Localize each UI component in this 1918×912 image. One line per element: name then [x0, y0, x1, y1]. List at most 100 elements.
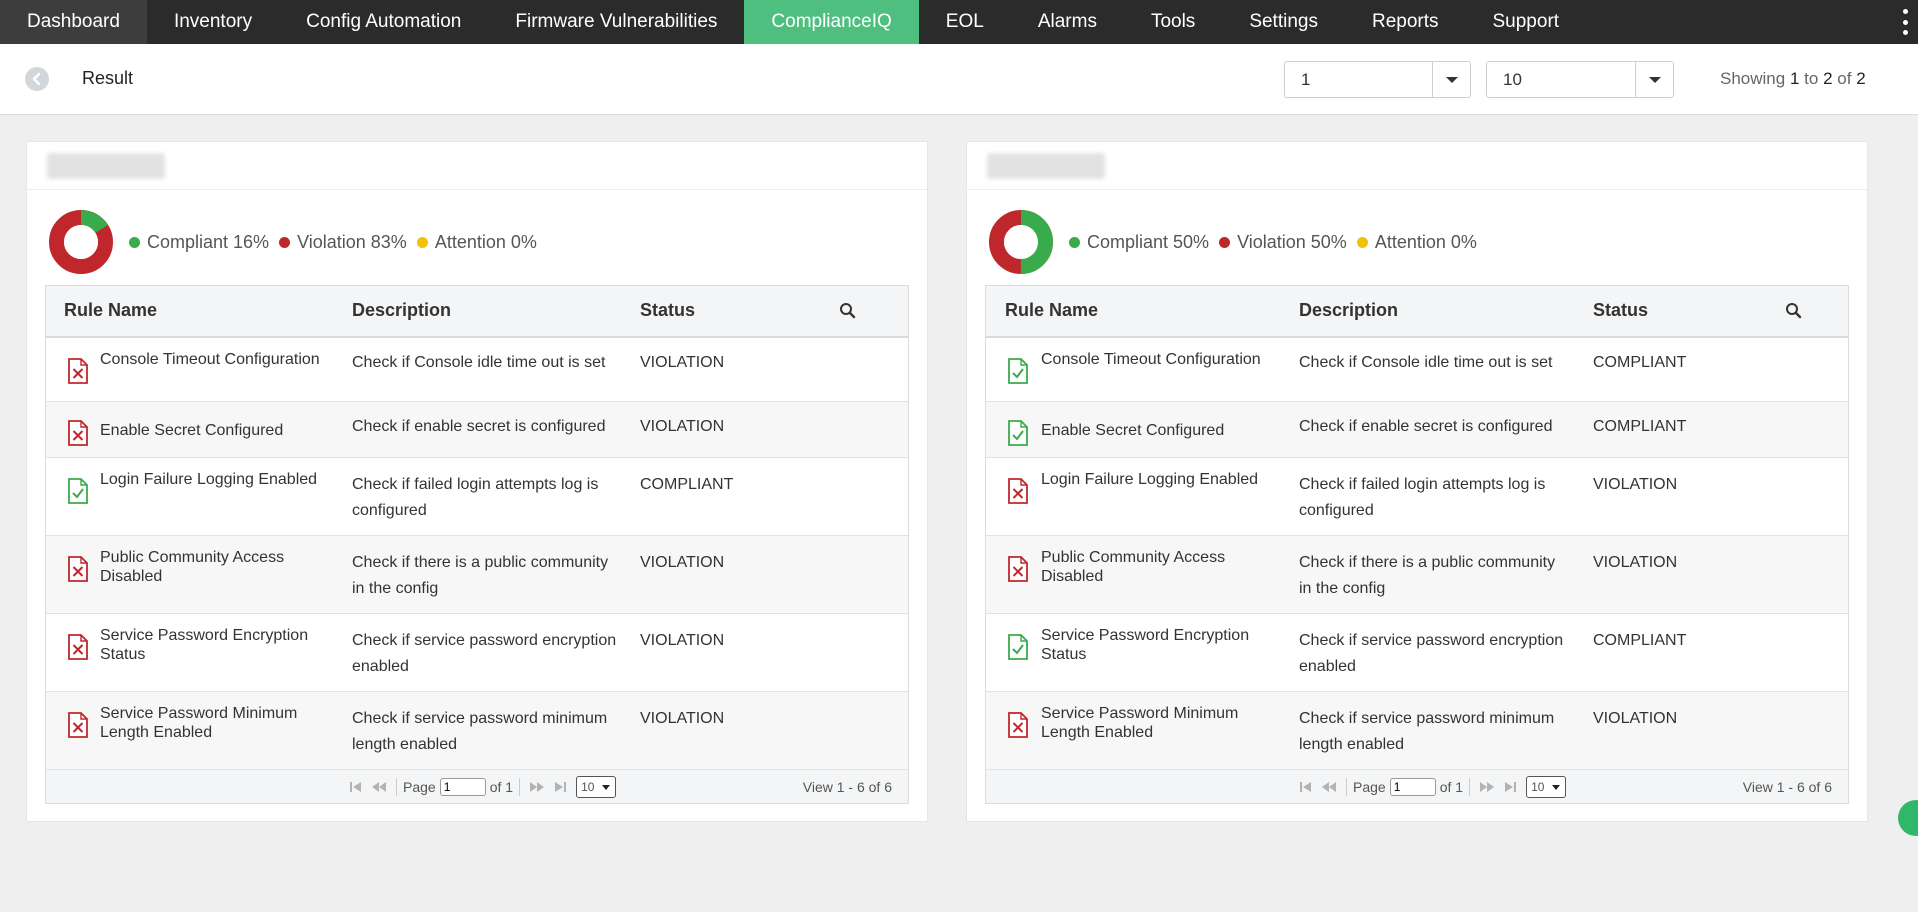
- nav-inventory[interactable]: Inventory: [147, 0, 279, 44]
- panel-header: [27, 142, 927, 190]
- legend-compliant: Compliant 50%: [1069, 232, 1209, 253]
- pager-separator: [1346, 778, 1347, 796]
- last-page-icon[interactable]: [550, 780, 568, 794]
- legend-compliant-dot: [1069, 236, 1080, 248]
- compliant-file-icon: [1007, 358, 1029, 384]
- next-page-icon[interactable]: [1478, 780, 1496, 794]
- column-rule-name[interactable]: Rule Name: [64, 300, 157, 321]
- table-header: Rule Name Description Status: [46, 286, 908, 338]
- column-description[interactable]: Description: [352, 300, 451, 321]
- page-label: Page: [403, 779, 436, 795]
- chat-icon[interactable]: [1898, 800, 1918, 836]
- table-row[interactable]: Enable Secret Configured Check if enable …: [986, 402, 1848, 458]
- rows-per-page-select[interactable]: 10: [576, 776, 617, 798]
- kebab-menu-icon[interactable]: [1902, 9, 1908, 35]
- nav-dashboard[interactable]: Dashboard: [0, 0, 147, 44]
- compliant-file-icon: [1007, 634, 1029, 660]
- page-select-value: 1: [1301, 70, 1311, 89]
- rule-description: Check if Console idle time out is set: [352, 354, 606, 371]
- table-row[interactable]: Service Password Encryption Status Check …: [986, 614, 1848, 692]
- nav-config-automation[interactable]: Config Automation: [279, 0, 488, 44]
- rule-name: Console Timeout Configuration: [100, 351, 320, 368]
- legend-violation-dot: [279, 236, 291, 248]
- rule-name: Public Community Access Disabled: [1041, 549, 1226, 585]
- pager-controls: Page of 1 10: [346, 776, 617, 798]
- table-row[interactable]: Console Timeout Configuration Check if Co…: [46, 338, 908, 402]
- nav-tools[interactable]: Tools: [1124, 0, 1222, 44]
- violation-file-icon: [67, 358, 89, 384]
- compliance-summary: Compliant 50% Violation 50% Attention 0%: [989, 210, 1487, 274]
- showing-count: Showing 1 to 2 of 2: [1720, 69, 1866, 88]
- first-page-icon[interactable]: [1298, 780, 1316, 794]
- table-row[interactable]: Service Password Encryption Status Check …: [46, 614, 908, 692]
- nav-reports[interactable]: Reports: [1345, 0, 1466, 44]
- result-panel: Compliant 50% Violation 50% Attention 0% Ru…: [966, 141, 1868, 822]
- nav-complianceiq[interactable]: ComplianceIQ: [744, 0, 919, 44]
- nav-eol[interactable]: EOL: [919, 0, 1011, 44]
- nav-alarms[interactable]: Alarms: [1011, 0, 1124, 44]
- nav-settings[interactable]: Settings: [1222, 0, 1345, 44]
- rules-table: Rule Name Description Status Console Timeou…: [985, 285, 1849, 804]
- pager-separator: [519, 778, 521, 796]
- rule-status: VIOLATION: [1593, 710, 1678, 727]
- rule-status: VIOLATION: [1593, 476, 1678, 493]
- rows-per-page-select[interactable]: 10: [1526, 776, 1567, 798]
- rule-name: Service Password Encryption Status: [1041, 627, 1250, 663]
- violation-file-icon: [67, 712, 89, 738]
- column-status[interactable]: Status: [640, 300, 695, 321]
- column-status[interactable]: Status: [1593, 300, 1648, 321]
- violation-file-icon: [67, 634, 89, 660]
- per-page-select[interactable]: 10: [1486, 61, 1674, 98]
- rule-description: Check if enable secret is configured: [352, 418, 606, 435]
- rule-description: Check if Console idle time out is set: [1299, 354, 1553, 371]
- page-title: Result: [82, 68, 134, 88]
- table-row[interactable]: Console Timeout Configuration Check if Co…: [986, 338, 1848, 402]
- nav-support[interactable]: Support: [1466, 0, 1587, 44]
- table-row[interactable]: Public Community Access Disabled Check if…: [986, 536, 1848, 614]
- rule-description: Check if there is a public community in …: [1299, 554, 1556, 597]
- view-range: View 1 - 6 of 6: [1742, 779, 1832, 795]
- compliance-donut-chart: [49, 210, 113, 274]
- previous-page-icon[interactable]: [370, 780, 388, 794]
- rule-description: Check if service password encryption ena…: [1299, 632, 1564, 675]
- column-rule-name[interactable]: Rule Name: [1005, 300, 1098, 321]
- legend-compliant-label: Compliant 16%: [147, 231, 270, 252]
- compliant-file-icon: [67, 478, 89, 504]
- first-page-icon[interactable]: [348, 780, 366, 794]
- chevron-left-icon[interactable]: [25, 67, 49, 91]
- rule-name: Login Failure Logging Enabled: [100, 471, 318, 488]
- table-pager: Page of 1 10 View 1 - 6 of 6: [46, 770, 908, 803]
- compliance-legend: Compliant 50% Violation 50% Attention 0%: [1069, 232, 1487, 253]
- violation-file-icon: [67, 556, 89, 582]
- last-page-icon[interactable]: [1500, 780, 1518, 794]
- legend-attention-dot: [416, 236, 428, 248]
- rule-name: Login Failure Logging Enabled: [1041, 471, 1259, 488]
- table-row[interactable]: Login Failure Logging Enabled Check if fa…: [986, 458, 1848, 536]
- column-description[interactable]: Description: [1299, 300, 1398, 321]
- legend-attention-dot: [1356, 236, 1368, 248]
- page-select[interactable]: 1: [1284, 61, 1471, 98]
- chevron-down-icon: [1432, 62, 1470, 97]
- search-icon[interactable]: [1783, 300, 1805, 322]
- legend-compliant-dot: [129, 236, 140, 248]
- per-page-select-value: 10: [1503, 70, 1522, 89]
- page-number-input[interactable]: [439, 778, 486, 796]
- legend-violation-label: Violation 83%: [297, 231, 407, 252]
- page-number-input[interactable]: [1389, 778, 1436, 796]
- rule-name: Service Password Minimum Length Enabled: [100, 705, 298, 741]
- search-icon[interactable]: [837, 300, 859, 322]
- compliant-file-icon: [1007, 420, 1029, 446]
- rule-status: VIOLATION: [640, 554, 725, 571]
- rule-description: Check if enable secret is configured: [1299, 418, 1553, 435]
- device-name: [47, 153, 165, 179]
- legend-violation: Violation 83%: [279, 232, 407, 253]
- table-row[interactable]: Service Password Minimum Length Enabled C…: [46, 692, 908, 770]
- table-row[interactable]: Enable Secret Configured Check if enable …: [46, 402, 908, 458]
- table-row[interactable]: Service Password Minimum Length Enabled C…: [986, 692, 1848, 770]
- nav-firmware-vulnerabilities[interactable]: Firmware Vulnerabilities: [488, 0, 744, 44]
- table-row[interactable]: Login Failure Logging Enabled Check if fa…: [46, 458, 908, 536]
- next-page-icon[interactable]: [528, 780, 546, 794]
- compliance-summary: Compliant 16% Violation 83% Attention 0%: [49, 210, 547, 274]
- table-row[interactable]: Public Community Access Disabled Check if…: [46, 536, 908, 614]
- previous-page-icon[interactable]: [1320, 780, 1338, 794]
